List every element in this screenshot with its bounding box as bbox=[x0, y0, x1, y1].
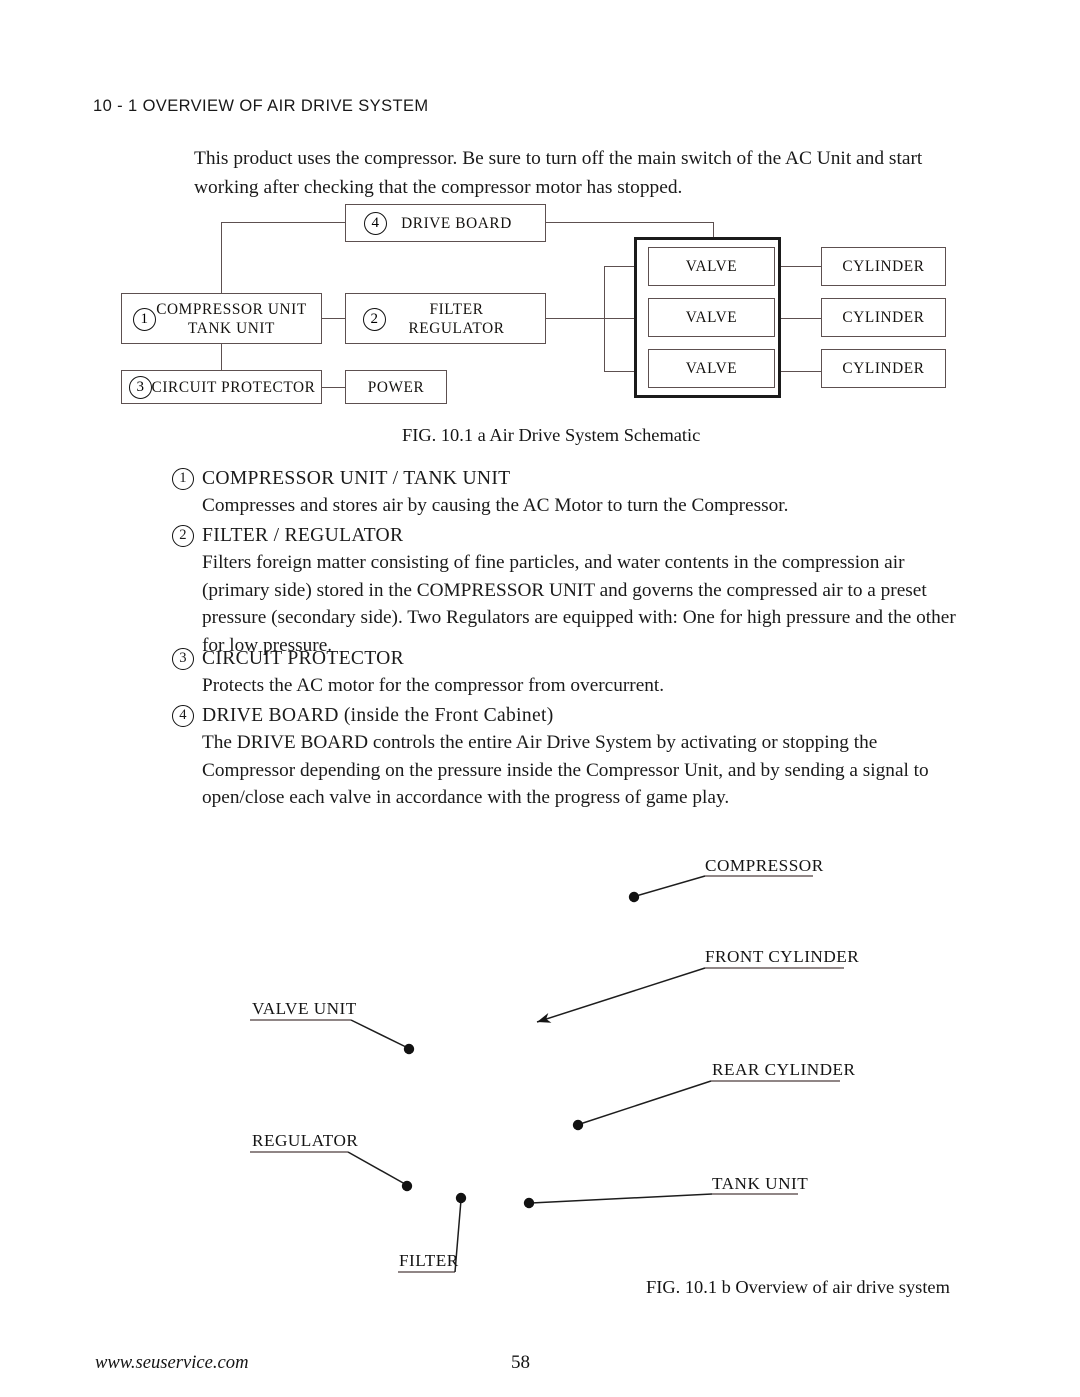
callout-label-rear-cylinder: REAR CYLINDER bbox=[712, 1060, 856, 1079]
callout-number-3-inline: 3 bbox=[172, 648, 194, 670]
description-3-title-row: 3 CIRCUIT PROTECTOR bbox=[172, 646, 962, 672]
callout-number-2: 2 bbox=[363, 308, 386, 331]
wire-compressor-to-filter bbox=[322, 318, 346, 320]
wire-valve3-to-cylinder3 bbox=[775, 371, 821, 373]
description-2-body: Filters foreign matter consisting of fin… bbox=[202, 552, 956, 656]
description-1-title: COMPRESSOR UNIT / TANK UNIT bbox=[202, 468, 511, 489]
callout-label-regulator: REGULATOR bbox=[252, 1131, 359, 1150]
schematic-box-cylinder-3[interactable]: CYLINDER bbox=[821, 349, 946, 388]
wire-filter-to-manifold bbox=[546, 318, 605, 320]
description-4-title: DRIVE BOARD (inside the Front Cabinet) bbox=[202, 705, 554, 726]
schematic-box-cylinder-1[interactable]: CYLINDER bbox=[821, 247, 946, 286]
leader-rear-cylinder bbox=[572, 1080, 840, 1131]
wire-driveboard-to-compressor bbox=[221, 222, 223, 294]
figure-caption-10-1-a: FIG. 10.1 a Air Drive System Schematic bbox=[402, 425, 701, 445]
callout-label-valve-unit: VALVE UNIT bbox=[252, 999, 357, 1018]
callout-label-compressor: COMPRESSOR bbox=[705, 856, 824, 875]
leader-compressor bbox=[628, 875, 813, 903]
callout-number-4-inline: 4 bbox=[172, 705, 194, 727]
schematic-box-filter-regulator[interactable]: 2 FILTER REGULATOR bbox=[345, 293, 546, 344]
description-2-title-row: 2 FILTER / REGULATOR bbox=[172, 523, 962, 549]
footer-page-number: 58 bbox=[511, 1352, 530, 1373]
schematic-box-circuit-protector-label: CIRCUIT PROTECTOR bbox=[151, 378, 316, 396]
schematic-box-valve-2[interactable]: VALVE bbox=[648, 298, 775, 337]
leader-regulator bbox=[250, 1151, 413, 1192]
callout-label-filter: FILTER bbox=[399, 1251, 459, 1270]
callout-number-1: 1 bbox=[133, 308, 156, 331]
description-2-title: FILTER / REGULATOR bbox=[202, 525, 404, 546]
schematic-box-valve-3[interactable]: VALVE bbox=[648, 349, 775, 388]
schematic-box-drive-board[interactable]: 4 DRIVE BOARD bbox=[345, 204, 546, 242]
callout-number-4: 4 bbox=[364, 212, 387, 235]
description-3-body: Protects the AC motor for the compressor… bbox=[202, 675, 665, 696]
description-1-title-row: 1 COMPRESSOR UNIT / TANK UNIT bbox=[172, 466, 962, 492]
schematic-box-cylinder-2[interactable]: CYLINDER bbox=[821, 298, 946, 337]
schematic-box-valve-1[interactable]: VALVE bbox=[648, 247, 775, 286]
schematic-box-drive-board-label: DRIVE BOARD bbox=[401, 214, 512, 232]
description-item-4: 4 DRIVE BOARD (inside the Front Cabinet)… bbox=[172, 703, 962, 812]
schematic-box-circuit-protector[interactable]: 3 CIRCUIT PROTECTOR bbox=[121, 370, 322, 404]
wire-driveboard-right bbox=[546, 222, 714, 224]
schematic-box-compressor-unit-line2: TANK UNIT bbox=[187, 319, 275, 337]
callout-label-front-cylinder: FRONT CYLINDER bbox=[705, 947, 860, 966]
description-3-title: CIRCUIT PROTECTOR bbox=[202, 648, 404, 669]
schematic-box-filter-regulator-line1: FILTER bbox=[429, 300, 484, 318]
wire-driveboard-to-valvegroup bbox=[713, 222, 715, 238]
air-drive-system-schematic: 4 DRIVE BOARD 1 COMPRESSOR UNIT TANK UNI… bbox=[0, 0, 1080, 420]
leader-valve-unit bbox=[250, 1019, 415, 1055]
description-4-title-row: 4 DRIVE BOARD (inside the Front Cabinet) bbox=[172, 703, 962, 729]
wire-driveboard-left bbox=[221, 222, 346, 224]
callout-label-tank-unit: TANK UNIT bbox=[712, 1174, 809, 1193]
callout-number-2-inline: 2 bbox=[172, 525, 194, 547]
wire-compressor-to-protector bbox=[221, 344, 223, 371]
schematic-box-filter-regulator-line2: REGULATOR bbox=[408, 319, 505, 337]
callout-number-1-inline: 1 bbox=[172, 468, 194, 490]
description-4-body: The DRIVE BOARD controls the entire Air … bbox=[202, 732, 929, 808]
schematic-box-compressor-unit[interactable]: 1 COMPRESSOR UNIT TANK UNIT bbox=[121, 293, 322, 344]
wire-protector-to-power bbox=[322, 387, 346, 389]
wire-valve1-to-cylinder1 bbox=[775, 266, 821, 268]
description-1-body: Compresses and stores air by causing the… bbox=[202, 495, 789, 516]
footer-url[interactable]: www.seuservice.com bbox=[95, 1352, 249, 1374]
description-item-1: 1 COMPRESSOR UNIT / TANK UNIT Compresses… bbox=[172, 466, 962, 520]
wire-valve2-to-cylinder2 bbox=[775, 318, 821, 320]
figure-caption-10-1-b: FIG. 10.1 b Overview of air drive system bbox=[646, 1277, 950, 1297]
callout-number-3: 3 bbox=[129, 376, 152, 399]
schematic-box-compressor-unit-line1: COMPRESSOR UNIT bbox=[156, 300, 307, 318]
leader-front-cylinder bbox=[536, 967, 844, 1023]
description-item-2: 2 FILTER / REGULATOR Filters foreign mat… bbox=[172, 523, 962, 659]
document-page: 10 - 1 OVERVIEW OF AIR DRIVE SYSTEM This… bbox=[0, 0, 1080, 1397]
leader-tank-unit bbox=[523, 1193, 798, 1209]
description-item-3: 3 CIRCUIT PROTECTOR Protects the AC moto… bbox=[172, 646, 962, 700]
schematic-box-power[interactable]: POWER bbox=[345, 370, 447, 404]
